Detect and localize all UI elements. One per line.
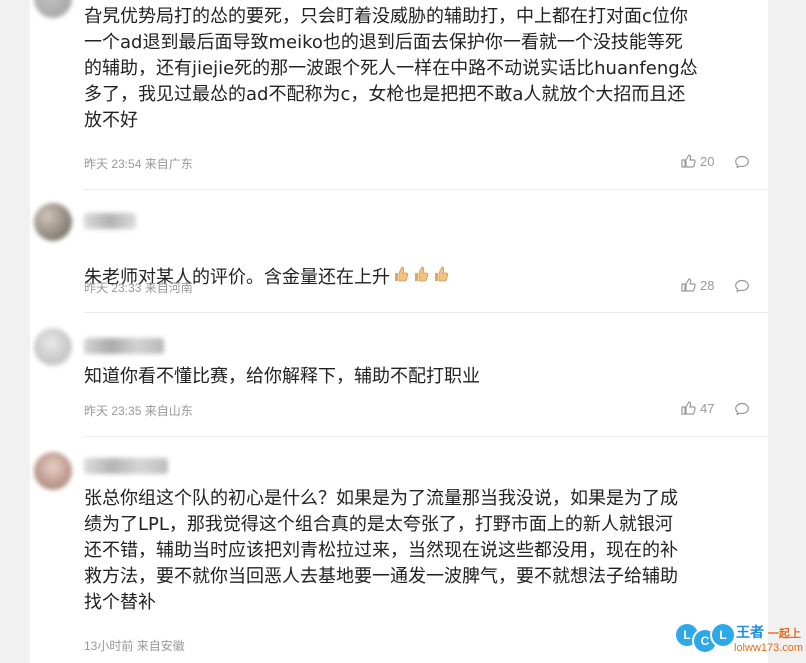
watermark-letter: L xyxy=(712,624,734,646)
avatar[interactable] xyxy=(34,452,72,490)
username[interactable] xyxy=(84,213,136,229)
thumbs-up-icon xyxy=(681,401,696,415)
username[interactable] xyxy=(84,338,164,354)
thumbs-up-emoji xyxy=(412,265,430,291)
divider xyxy=(84,312,768,313)
reply-button[interactable] xyxy=(734,401,750,421)
like-count: 28 xyxy=(700,277,715,293)
divider xyxy=(84,189,768,190)
comment-meta: 昨天 23:54 来自广东 xyxy=(84,155,193,172)
like-count: 20 xyxy=(700,153,715,169)
comment-bubble-icon xyxy=(735,279,749,293)
comment-text: 知道你看不懂比赛，给你解释下，辅助不配打职业 xyxy=(84,366,480,387)
thumbs-up-icon xyxy=(681,278,696,292)
thumbs-up-icon xyxy=(681,154,696,168)
avatar[interactable] xyxy=(34,203,72,241)
comment-meta: 昨天 23:33 来自河南 xyxy=(84,279,193,296)
divider xyxy=(84,436,768,437)
watermark-brand-suffix: 一起上 xyxy=(767,628,801,640)
comment-location: 来自安徽 xyxy=(136,639,185,653)
comment-list: 旮旯优势局打的怂的要死，只会盯着没威胁的辅助打，中上都在打对面c位你 一个ad退… xyxy=(30,0,768,663)
watermark-brand-main: 王者 xyxy=(736,624,764,640)
watermark-brand: 王者 一起上 xyxy=(736,622,801,642)
comment-text: 旮旯优势局打的怂的要死，只会盯着没威胁的辅助打，中上都在打对面c位你 一个ad退… xyxy=(84,6,698,131)
comment-time: 13小时前 xyxy=(84,639,134,653)
like-count: 47 xyxy=(700,400,715,416)
thumbs-up-emoji xyxy=(432,265,450,291)
site-watermark: L C L 王者 一起上 lolww173.com xyxy=(676,620,806,663)
avatar[interactable] xyxy=(34,328,72,366)
like-button[interactable]: 28 xyxy=(680,277,714,293)
comment-time: 昨天 23:33 xyxy=(84,281,142,295)
watermark-url: lolww173.com xyxy=(734,642,804,654)
comment-location: 来自广东 xyxy=(144,157,193,171)
scrollbar[interactable] xyxy=(796,0,806,663)
comment-time: 昨天 23:35 xyxy=(84,404,142,418)
comment-meta: 昨天 23:35 来自山东 xyxy=(84,402,193,419)
comment-text: 张总你组这个队的初心是什么？如果是为了流量那当我没说，如果是为了成 绩为了LPL… xyxy=(84,488,678,613)
comment-location: 来自河南 xyxy=(144,281,193,295)
comment-meta: 13小时前 来自安徽 xyxy=(84,637,185,654)
avatar[interactable] xyxy=(34,0,72,18)
comment-bubble-icon xyxy=(735,155,749,169)
like-button[interactable]: 20 xyxy=(680,153,714,169)
reply-button[interactable] xyxy=(734,278,750,298)
thumbs-up-emoji xyxy=(392,265,410,291)
comment-time: 昨天 23:54 xyxy=(84,157,142,171)
comment-bubble-icon xyxy=(735,402,749,416)
comment-location: 来自山东 xyxy=(144,404,193,418)
reply-button[interactable] xyxy=(734,154,750,174)
like-button[interactable]: 47 xyxy=(680,400,714,416)
username[interactable] xyxy=(84,458,168,474)
